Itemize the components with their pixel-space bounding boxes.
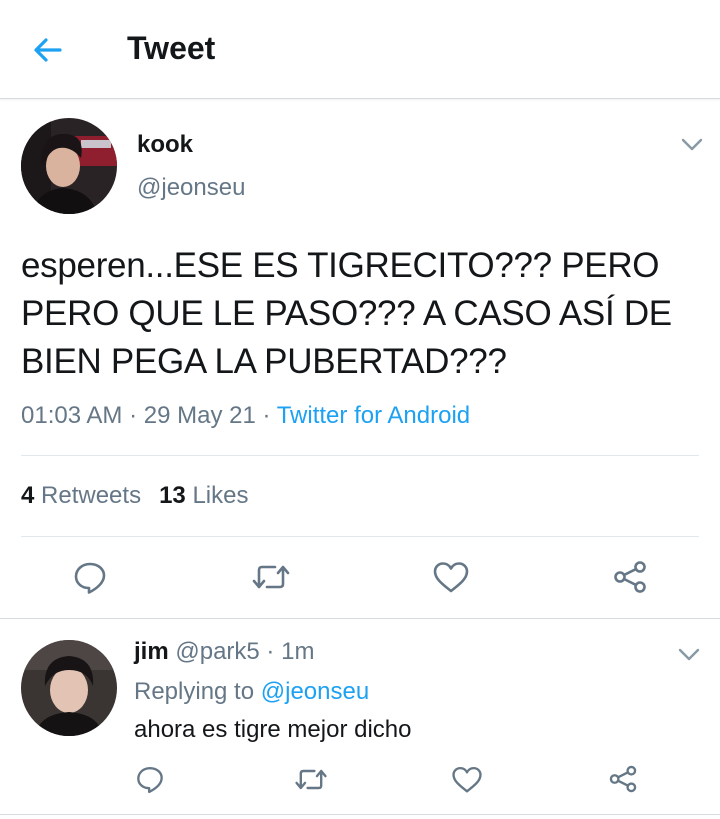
meta-separator: ·: [122, 402, 144, 429]
replying-to-line: Replying to @jeonseu: [134, 678, 369, 706]
like-button[interactable]: [432, 560, 470, 594]
retweet-icon: [252, 565, 290, 589]
retweet-button[interactable]: [251, 560, 291, 594]
profile-photo: [21, 118, 117, 214]
chevron-down-icon: [681, 138, 703, 151]
retweets-count: 4: [21, 482, 35, 509]
retweets-label: Retweets: [34, 482, 142, 509]
reply-text: ahora es tigre mejor dicho: [134, 716, 412, 743]
share-icon: [609, 765, 637, 793]
reply-icon: [74, 562, 106, 594]
avatar[interactable]: [21, 118, 117, 214]
meta-separator: ·: [259, 638, 282, 665]
divider: [0, 618, 720, 619]
reply-author-handle[interactable]: @park5: [175, 638, 259, 665]
arrow-left-icon: [34, 38, 62, 62]
likes-label: Likes: [185, 482, 249, 509]
like-icon: [452, 766, 482, 793]
reply-author-name[interactable]: jim: [134, 638, 169, 665]
share-button[interactable]: [608, 764, 638, 794]
back-button[interactable]: [30, 32, 66, 68]
reply-time: 1m: [281, 638, 315, 665]
retweet-icon: [295, 769, 327, 790]
retweets-stat[interactable]: 4 Retweets: [21, 482, 141, 509]
top-bar: Tweet: [0, 0, 720, 99]
reply-avatar[interactable]: [21, 640, 117, 736]
author-name[interactable]: kook: [137, 131, 193, 159]
reply-author-line: jim @park5 · 1m: [134, 638, 314, 666]
tweet-meta: 01:03 AM · 29 May 21 · Twitter for Andro…: [21, 402, 470, 430]
profile-photo: [21, 640, 117, 736]
likes-count: 13: [159, 482, 186, 509]
meta-separator: ·: [255, 402, 277, 429]
tweet-time: 01:03 AM: [21, 402, 123, 429]
divider: [21, 455, 699, 456]
share-button[interactable]: [612, 559, 648, 595]
retweet-button[interactable]: [294, 765, 328, 794]
divider: [21, 536, 699, 537]
author-handle[interactable]: @jeonseu: [137, 174, 245, 202]
like-button[interactable]: [451, 765, 483, 794]
reply-options-button[interactable]: [678, 648, 700, 662]
share-icon: [614, 561, 646, 593]
tweet-options-button[interactable]: [681, 138, 703, 152]
mention-link[interactable]: @jeonseu: [261, 678, 369, 705]
page-title: Tweet: [127, 30, 216, 66]
tweet-date: 29 May 21: [143, 402, 256, 429]
reply-button[interactable]: [72, 559, 108, 595]
tweet-stats: 4 Retweets 13 Likes: [21, 482, 248, 510]
reply-button[interactable]: [135, 764, 165, 794]
replying-to-label: Replying to: [134, 678, 261, 705]
reply-icon: [137, 767, 163, 794]
tweet-source-link[interactable]: Twitter for Android: [277, 402, 470, 429]
like-icon: [433, 562, 469, 593]
likes-stat[interactable]: 13 Likes: [159, 482, 248, 509]
tweet-text: esperen...ESE ES TIGRECITO??? PERO PERO …: [21, 246, 672, 381]
divider: [0, 814, 720, 815]
chevron-down-icon: [678, 648, 700, 661]
